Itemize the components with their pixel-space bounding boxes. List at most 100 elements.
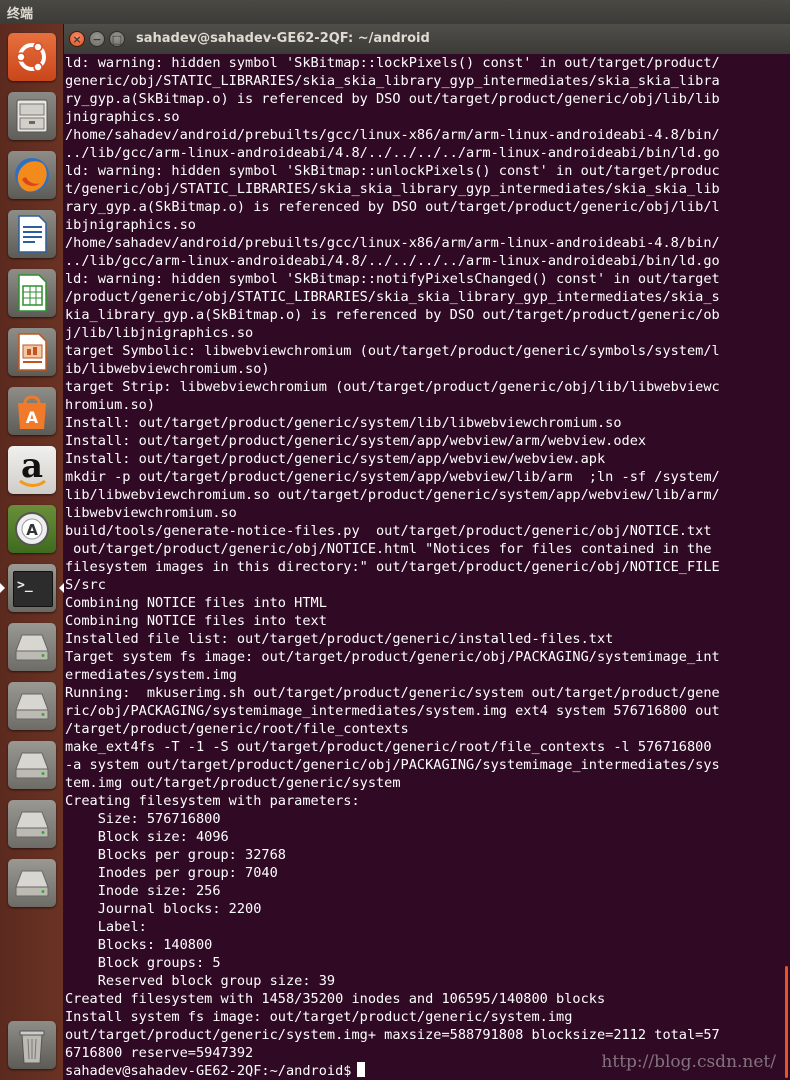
hard-drive-icon [15,693,49,720]
window-titlebar[interactable]: × − □ sahadev@sahadev-GE62-2QF: ~/androi… [64,24,790,54]
terminal-line: Target system fs image: out/target/produ… [65,649,720,665]
terminal-line: Journal blocks: 2200 [65,901,262,917]
hard-drive-icon [15,634,49,661]
terminal-line: S/src [65,577,106,593]
launcher-item-files[interactable] [5,89,59,143]
launcher-item-firefox[interactable] [5,148,59,202]
launcher-item-software-center[interactable]: A [5,384,59,438]
terminal-line: Inodes per group: 7040 [65,865,278,881]
terminal-line: target Strip: libwebviewchromium (out/ta… [65,379,720,395]
terminal-line: ld: warning: hidden symbol 'SkBitmap::lo… [65,55,720,71]
file-cabinet-icon [16,99,48,133]
terminal-line: ../lib/gcc/arm-linux-androideabi/4.8/../… [65,145,720,161]
scrollbar[interactable] [785,966,788,1078]
close-button[interactable]: × [69,31,85,47]
terminal-line: -a system out/target/product/generic/obj… [65,757,720,773]
minimize-button[interactable]: − [89,31,105,47]
text-cursor [357,1062,366,1077]
svg-text:A: A [26,408,39,427]
terminal-line: build/tools/generate-notice-files.py out… [65,523,712,539]
terminal-line: Inode size: 256 [65,883,221,899]
terminal-line: Install: out/target/product/generic/syst… [65,433,647,449]
launcher-item-dash[interactable] [5,30,59,84]
terminal-line: hromium.so) [65,397,156,413]
terminal-line: kia_library_gyp.a(SkBitmap.o) is referen… [65,307,720,323]
terminal-line: Block size: 4096 [65,829,229,845]
terminal-line: ld: warning: hidden symbol 'SkBitmap::un… [65,163,720,179]
launcher-item-trash[interactable] [5,1018,59,1072]
terminal-line: make_ext4fs -T -1 -S out/target/product/… [65,739,712,755]
terminal-line: /home/sahadev/android/prebuilts/gcc/linu… [65,127,720,143]
svg-text:A: A [26,521,38,539]
terminal-line: lib/libwebviewchromium.so out/target/pro… [65,487,720,503]
terminal-line: Creating filesystem with parameters: [65,793,360,809]
terminal-line: out/target/product/generic/obj/NOTICE.ht… [65,541,712,557]
terminal-window: × − □ sahadev@sahadev-GE62-2QF: ~/androi… [64,24,790,1080]
running-indicator [0,583,5,593]
close-icon: × [72,32,82,46]
software-updater-icon: A [15,512,49,546]
terminal-line: Install: out/target/product/generic/syst… [65,415,622,431]
launcher-item-terminal[interactable]: >_ [0,561,64,615]
terminal-line: tem.img out/target/product/generic/syste… [65,775,401,791]
terminal-line: ibjnigraphics.so [65,217,196,233]
terminal-line: Installed file list: out/target/product/… [65,631,614,647]
terminal-line: Running: mkuserimg.sh out/target/product… [65,685,720,701]
terminal-line: ry_gyp.a(SkBitmap.o) is referenced by DS… [65,91,720,107]
terminal-line: libwebviewchromium.so [65,505,237,521]
launcher-item-amazon[interactable]: a [5,443,59,497]
maximize-button[interactable]: □ [109,31,125,47]
launcher-item-writer[interactable] [5,207,59,261]
terminal-line: jnigraphics.so [65,109,180,125]
launcher-item-drive-5[interactable] [5,856,59,910]
terminal-line: /target/product/generic/root/file_contex… [65,721,409,737]
active-app-name: 终端 [7,7,34,22]
launcher-item-calc[interactable] [5,266,59,320]
terminal-line: /home/sahadev/android/prebuilts/gcc/linu… [65,235,720,251]
terminal-line: Install: out/target/product/generic/syst… [65,451,606,467]
minimize-icon: − [92,32,102,46]
terminal-line: ermediates/system.img [65,667,237,683]
terminal-line: t/generic/obj/STATIC_LIBRARIES/skia_skia… [65,181,720,197]
terminal-line: j/lib/libjnigraphics.so [65,325,254,341]
maximize-icon: □ [111,32,123,46]
watermark: http://blog.csdn.net/ [601,1052,776,1072]
terminal-line: Created filesystem with 1458/35200 inode… [65,991,606,1007]
top-panel: 终端 [0,0,790,24]
terminal-line: ric/obj/PACKAGING/systemimage_intermedia… [65,703,720,719]
terminal-line: Size: 576716800 [65,811,221,827]
hard-drive-icon [15,752,49,779]
calc-icon [18,274,47,312]
terminal-line: generic/obj/STATIC_LIBRARIES/skia_skia_l… [65,73,720,89]
firefox-icon [15,158,49,192]
launcher-item-software-updater[interactable]: A [5,502,59,556]
terminal-line: target Symbolic: libwebviewchromium (out… [65,343,720,359]
terminal-lines: ld: warning: hidden symbol 'SkBitmap::lo… [65,54,783,1062]
terminal-icon: >_ [17,578,33,593]
terminal-line: ib/libwebviewchromium.so) [65,361,270,377]
terminal-line: Install system fs image: out/target/prod… [65,1009,573,1025]
launcher-item-impress[interactable] [5,325,59,379]
terminal-line: Blocks: 140800 [65,937,213,953]
terminal-line: Reserved block group size: 39 [65,973,336,989]
launcher-item-drive-2[interactable] [5,679,59,733]
launcher-item-drive-1[interactable] [5,620,59,674]
launcher-item-drive-4[interactable] [5,797,59,851]
terminal-line: ld: warning: hidden symbol 'SkBitmap::no… [65,271,720,287]
hard-drive-icon [15,870,49,897]
terminal-output[interactable]: ld: warning: hidden symbol 'SkBitmap::lo… [65,54,783,1080]
terminal-line: mkdir -p out/target/product/generic/syst… [65,469,720,485]
window-title: sahadev@sahadev-GE62-2QF: ~/android [136,31,430,46]
terminal-line: rary_gyp.a(SkBitmap.o) is referenced by … [65,199,720,215]
launcher-item-drive-3[interactable] [5,738,59,792]
trash-icon [19,1030,45,1064]
shell-prompt: sahadev@sahadev-GE62-2QF:~/android$ [65,1063,352,1079]
ubuntu-logo-icon [16,42,46,72]
terminal-line: Combining NOTICE files into text [65,613,327,629]
hard-drive-icon [15,811,49,838]
terminal-line: Blocks per group: 32768 [65,847,286,863]
impress-icon [18,333,47,371]
software-center-icon: A [18,395,46,429]
terminal-line: Label: [65,919,147,935]
terminal-line: /product/generic/obj/STATIC_LIBRARIES/sk… [65,289,720,305]
